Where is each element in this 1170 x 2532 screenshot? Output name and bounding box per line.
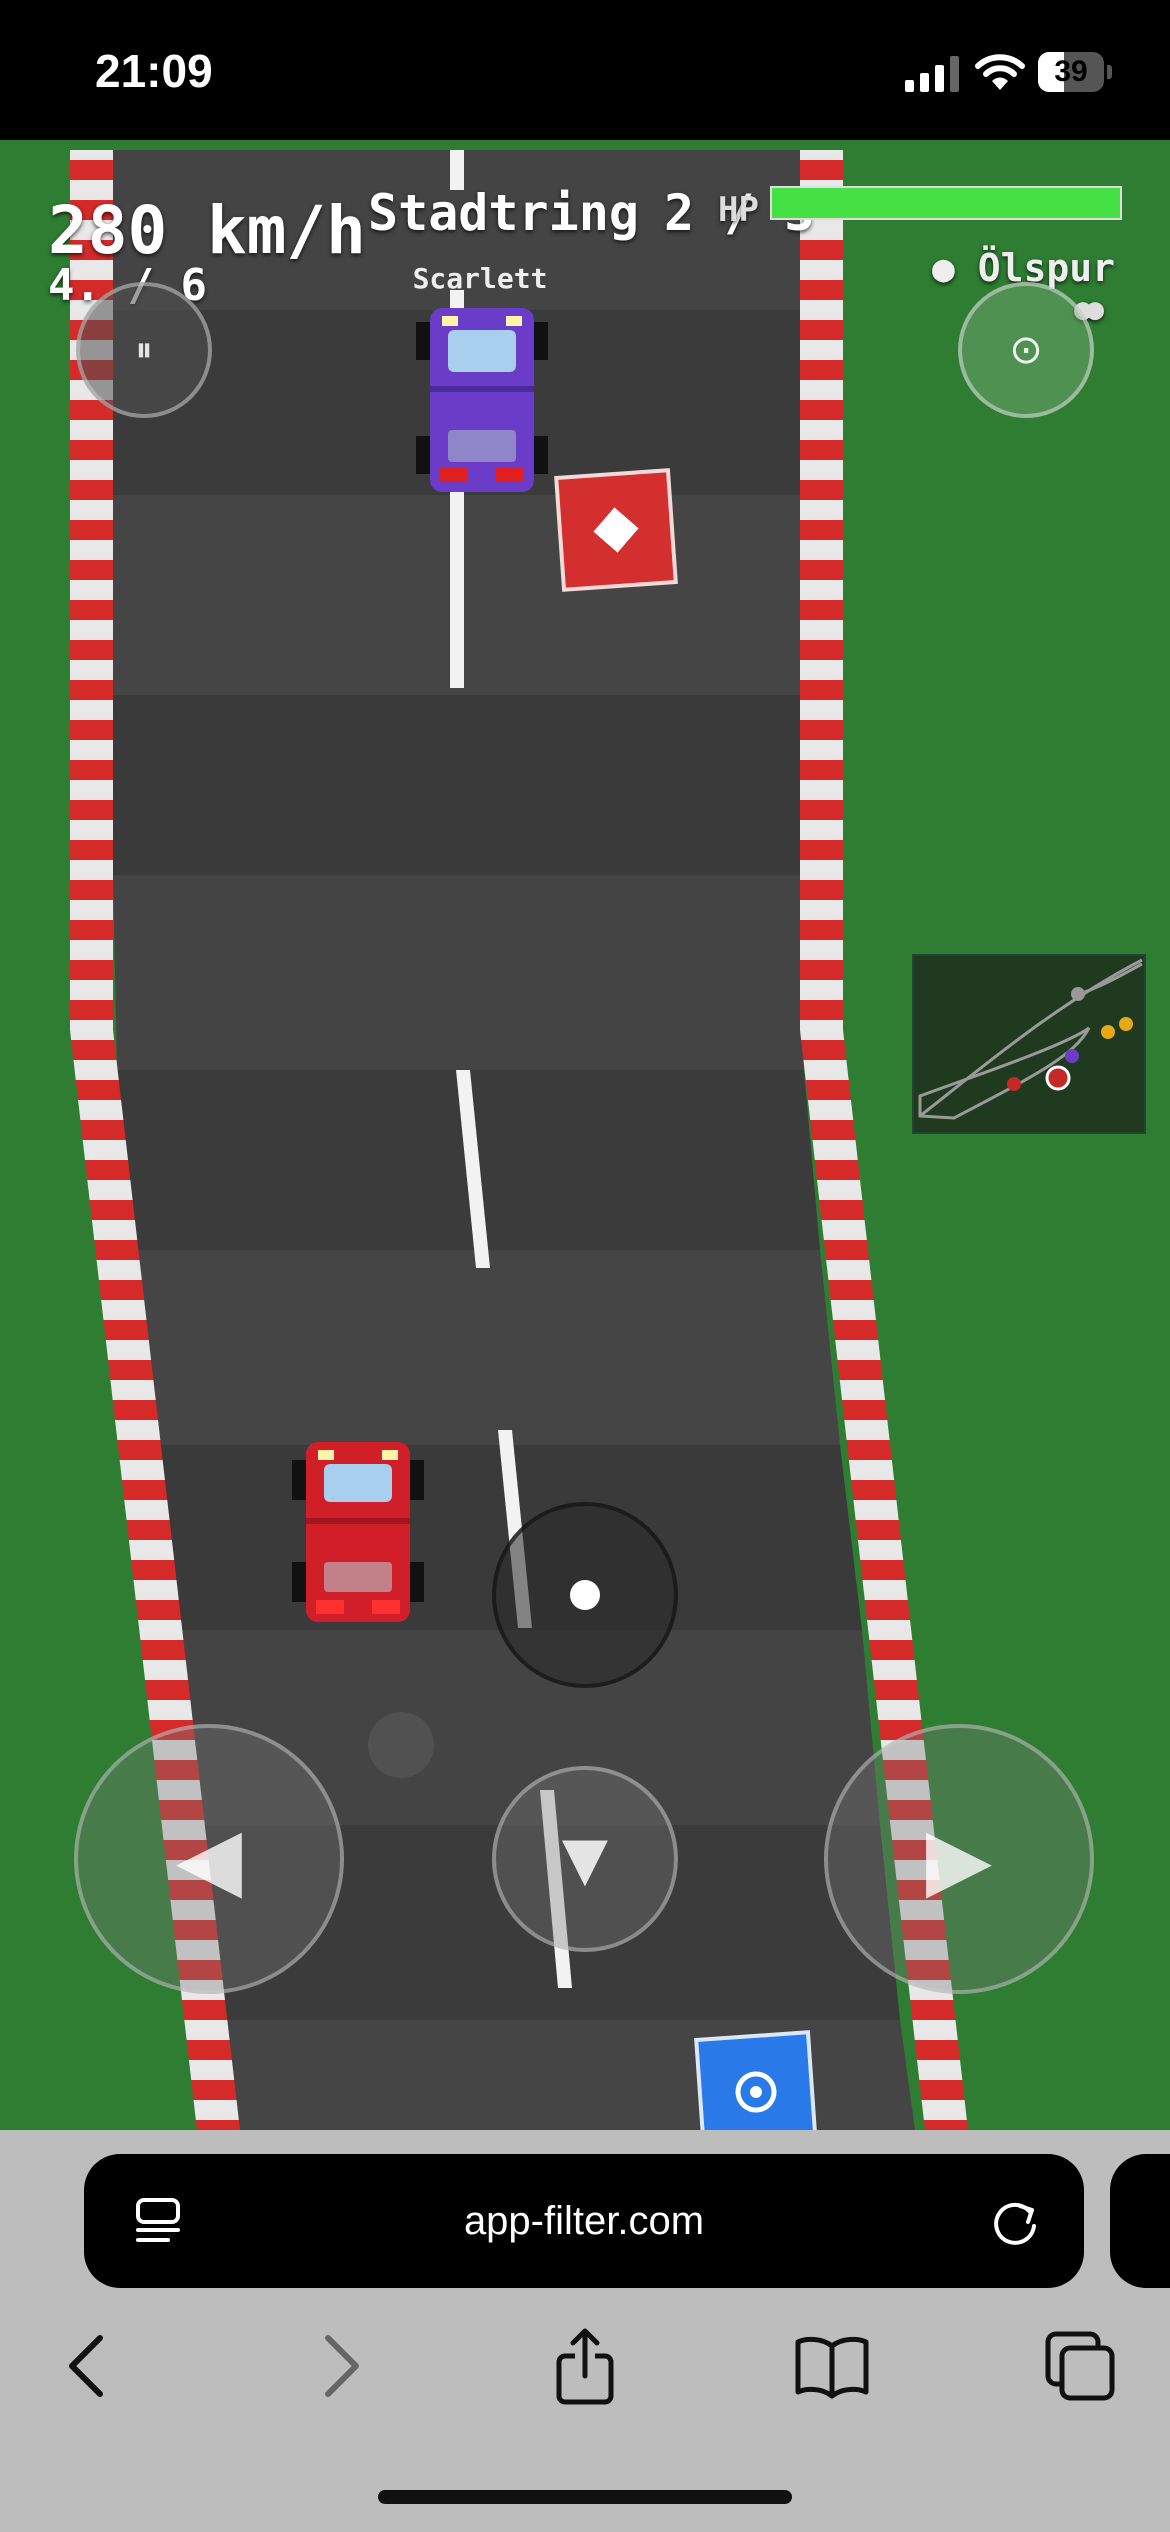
url-bar[interactable]: app-filter.com (84, 2154, 1084, 2288)
url-text[interactable]: app-filter.com (84, 2154, 1084, 2288)
minimap-racer (1071, 987, 1085, 1001)
dot-icon (570, 1580, 600, 1610)
camera-button[interactable]: ⊙ (958, 282, 1094, 418)
browser-toolbar: app-filter.com (0, 2130, 1170, 2532)
game-area[interactable]: 280 km/h 4. / 6 Stadtring 2 / 3 HP ● Öls… (0, 140, 1170, 2130)
bookmarks-icon[interactable] (792, 2326, 872, 2406)
steer-left-icon: ◀ (175, 1809, 243, 1909)
steer-right-button[interactable]: ▶ (824, 1724, 1094, 1994)
speed-readout: 280 km/h (48, 192, 366, 269)
tabs-overview-icon[interactable] (134, 2196, 184, 2246)
next-tab-peek[interactable] (1110, 2154, 1170, 2288)
pause-button[interactable]: ⏸ (76, 282, 212, 418)
hp-fill (772, 188, 1120, 218)
tabs-icon[interactable] (1040, 2326, 1120, 2406)
brake-button[interactable]: ▼ (492, 1766, 678, 1952)
battery-level: 39 (1054, 55, 1088, 88)
center-button[interactable] (492, 1502, 678, 1688)
opponent-car (416, 308, 548, 492)
track-name: Stadtring (368, 184, 639, 242)
brake-icon: ▼ (561, 1824, 609, 1894)
minimap-racer (1119, 1017, 1133, 1031)
minimap-player (1045, 1065, 1071, 1091)
reload-icon[interactable] (990, 2196, 1042, 2248)
forward-icon[interactable] (300, 2326, 380, 2406)
camera-icon: ⊙ (1009, 327, 1043, 373)
pause-icon: ⏸ (135, 330, 153, 370)
pickup-red-diamond (554, 468, 678, 592)
share-icon[interactable] (545, 2326, 625, 2406)
minimap-racer (1007, 1077, 1021, 1091)
steer-left-button[interactable]: ◀ (74, 1724, 344, 1994)
player-car (292, 1442, 424, 1622)
back-icon[interactable] (48, 2326, 128, 2406)
touch-indicator (368, 1712, 434, 1778)
home-indicator (378, 2490, 792, 2504)
pickup-blue-target (694, 2030, 818, 2130)
minimap (912, 954, 1146, 1134)
wifi-icon (975, 54, 1025, 90)
minimap-racer (1101, 1025, 1115, 1039)
steer-right-icon: ▶ (925, 1809, 993, 1909)
signal-icon (905, 56, 959, 92)
minimap-racer (1065, 1049, 1079, 1063)
hp-bar (770, 186, 1122, 220)
battery-icon: 39 (1038, 52, 1112, 92)
hp-label: HP (718, 190, 759, 230)
status-bar: 21:09 39 (0, 0, 1170, 140)
status-time: 21:09 (95, 45, 213, 97)
opponent-name: Scarlett (412, 262, 548, 295)
minimap-track (918, 958, 1143, 1120)
